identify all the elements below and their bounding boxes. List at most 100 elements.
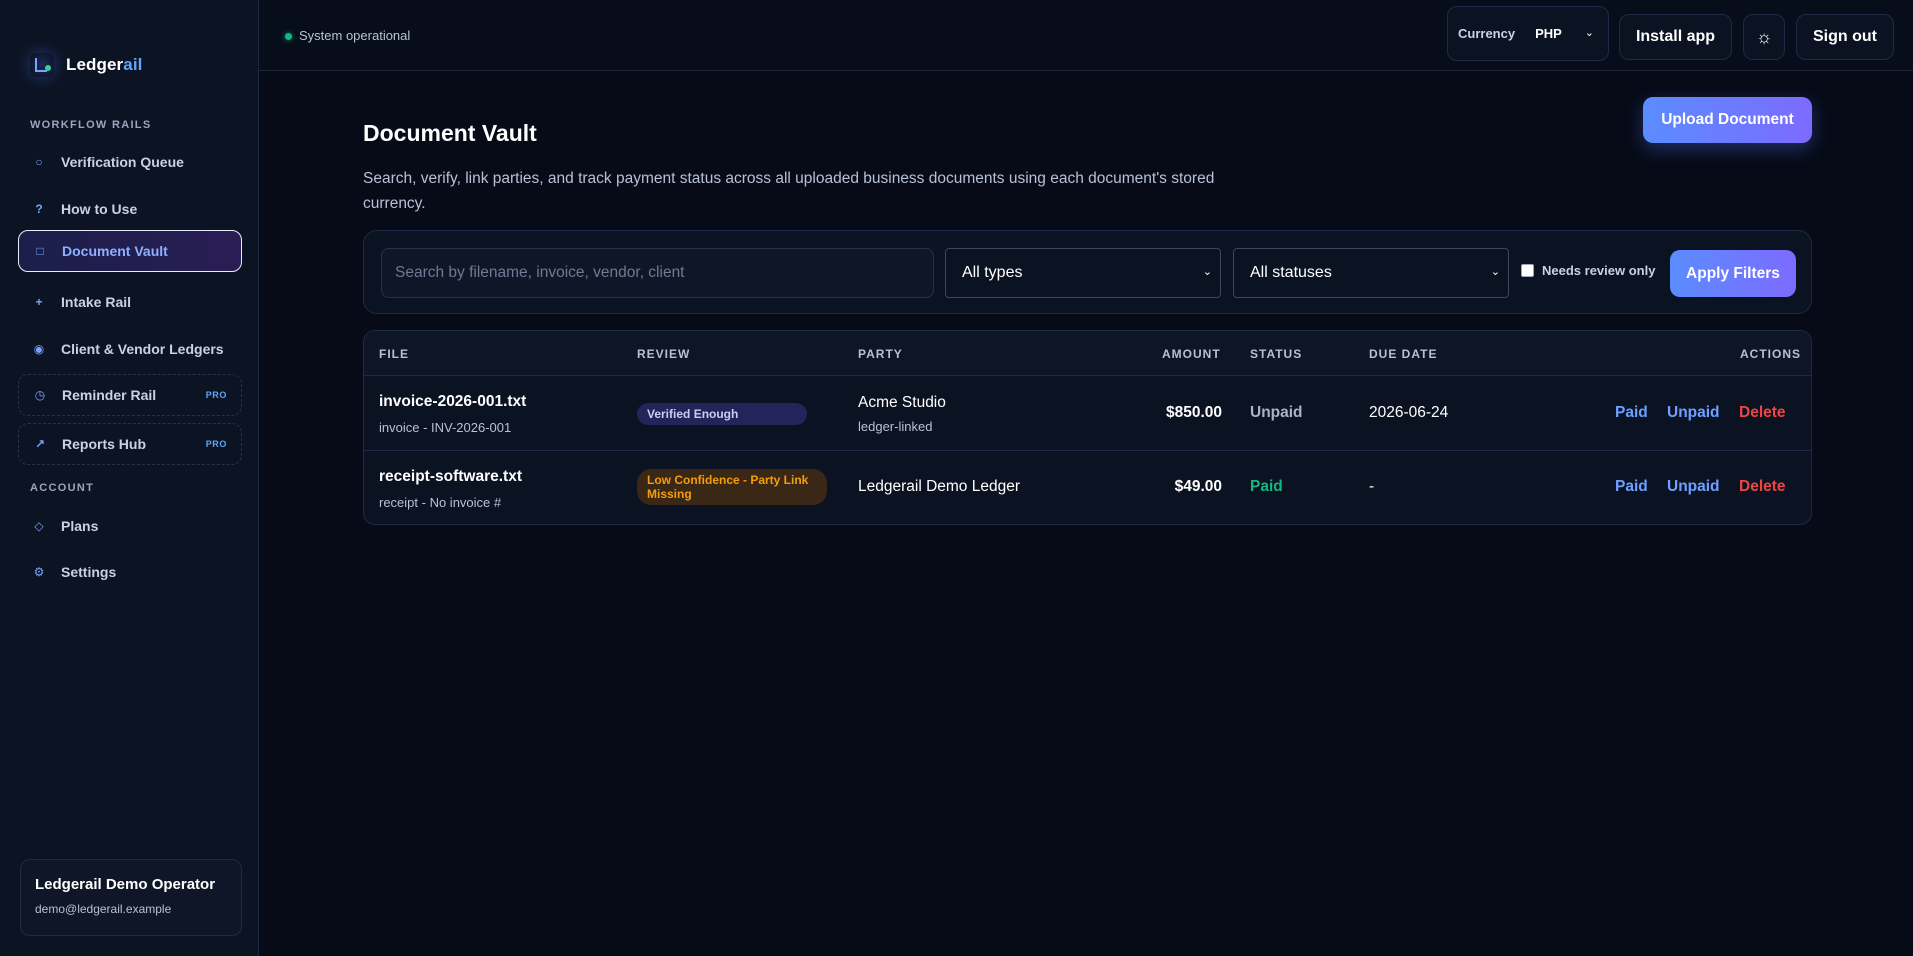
diamond-icon: ◇ <box>34 519 44 533</box>
needs-review-toggle[interactable]: Needs review only <box>1521 263 1655 278</box>
file-cell: invoice-2026-001.txt invoice - INV-2026-… <box>379 393 526 435</box>
status-dot-icon <box>285 33 292 40</box>
party-name: Ledgerail Demo Ledger <box>858 478 1020 495</box>
user-card[interactable]: Ledgerail Demo Operator demo@ledgerail.e… <box>20 859 242 936</box>
review-badge: Verified Enough <box>637 403 807 425</box>
system-status: System operational <box>299 28 411 43</box>
table-header: FILE REVIEW PARTY AMOUNT STATUS DUE DATE… <box>364 331 1811 376</box>
section-label-workflow: WORKFLOW RAILS <box>30 119 152 131</box>
party-cell: Ledgerail Demo Ledger <box>858 478 1020 496</box>
filter-panel: All types ⌄ All statuses ⌄ Needs review … <box>363 230 1812 314</box>
currency-label: Currency <box>1458 26 1516 41</box>
target-icon: ◉ <box>33 342 45 356</box>
file-cell: receipt-software.txt receipt - No invoic… <box>379 468 522 510</box>
party-meta: ledger-linked <box>858 419 933 434</box>
sidebar-item-settings[interactable]: ⚙ Settings <box>18 551 242 593</box>
sidebar-item-intake-rail[interactable]: + Intake Rail <box>18 281 242 323</box>
sidebar-item-label: Reminder Rail <box>62 387 157 403</box>
brand-name: Ledgerail <box>66 55 143 74</box>
sidebar-item-client-vendor-ledgers[interactable]: ◉ Client & Vendor Ledgers <box>18 328 242 370</box>
theme-toggle-button[interactable]: ☼ <box>1743 14 1785 60</box>
user-name: Ledgerail Demo Operator <box>35 876 216 893</box>
sidebar-item-how-to-use[interactable]: ? How to Use <box>18 188 242 230</box>
install-app-button[interactable]: Install app <box>1619 14 1732 60</box>
delete-button[interactable]: Delete <box>1739 404 1786 422</box>
file-name: receipt-software.txt <box>379 468 522 485</box>
table-row: receipt-software.txt receipt - No invoic… <box>364 450 1811 524</box>
page-title: Document Vault <box>363 120 537 146</box>
sidebar-item-document-vault[interactable]: □ Document Vault <box>18 230 242 272</box>
column-header-file: FILE <box>379 347 409 361</box>
needs-review-checkbox[interactable] <box>1521 264 1534 277</box>
column-header-review: REVIEW <box>637 347 691 361</box>
question-icon: ? <box>35 202 43 216</box>
sun-icon: ☼ <box>1755 26 1773 47</box>
chevron-down-icon: ⌄ <box>1490 266 1500 278</box>
currency-value: PHP <box>1535 26 1562 41</box>
status-badge: Unpaid <box>1250 404 1303 421</box>
table-row: invoice-2026-001.txt invoice - INV-2026-… <box>364 376 1811 450</box>
sidebar-item-label: Intake Rail <box>61 294 132 310</box>
status-badge: Paid <box>1250 478 1283 495</box>
status-filter-select[interactable]: All statuses ⌄ <box>1233 248 1509 298</box>
sidebar-item-label: Document Vault <box>62 243 168 259</box>
column-header-amount: AMOUNT <box>1162 347 1221 361</box>
sidebar-item-label: Reports Hub <box>62 436 146 452</box>
section-label-account: ACCOUNT <box>30 482 95 494</box>
top-bar: System operational Currency PHP ⌄ Instal… <box>259 0 1913 71</box>
mark-unpaid-button[interactable]: Unpaid <box>1667 404 1720 422</box>
arrow-up-right-icon: ↗ <box>34 437 46 451</box>
gear-icon: ⚙ <box>33 565 45 579</box>
apply-filters-button[interactable]: Apply Filters <box>1670 250 1796 297</box>
due-date: 2026-06-24 <box>1369 404 1449 421</box>
sidebar: Ledgerail WORKFLOW RAILS ○ Verification … <box>0 0 259 956</box>
chevron-down-icon: ⌄ <box>1202 266 1212 278</box>
sidebar-item-reminder-rail[interactable]: ◷ Reminder Rail PRO <box>18 374 242 416</box>
mark-paid-button[interactable]: Paid <box>1615 404 1648 422</box>
file-meta: receipt - No invoice # <box>379 495 502 510</box>
page-description: Search, verify, link parties, and track … <box>363 170 1215 212</box>
sidebar-item-label: Settings <box>61 564 117 580</box>
status-filter-value: All statuses <box>1250 264 1332 281</box>
due-date: - <box>1369 478 1375 495</box>
mark-paid-button[interactable]: Paid <box>1615 478 1648 496</box>
sidebar-item-label: Verification Queue <box>61 154 184 170</box>
needs-review-label: Needs review only <box>1542 263 1656 278</box>
brand[interactable]: Ledgerail <box>30 52 142 78</box>
type-filter-value: All types <box>962 264 1023 281</box>
delete-button[interactable]: Delete <box>1739 478 1786 496</box>
user-email: demo@ledgerail.example <box>35 902 172 916</box>
pro-badge: PRO <box>205 390 227 400</box>
mark-unpaid-button[interactable]: Unpaid <box>1667 478 1720 496</box>
ledgerail-logo-icon <box>30 53 54 77</box>
sidebar-item-verification-queue[interactable]: ○ Verification Queue <box>18 141 242 183</box>
review-badge: Low Confidence - Party Link Missing <box>637 469 827 505</box>
column-header-actions: ACTIONS <box>1740 347 1801 361</box>
file-meta: invoice - INV-2026-001 <box>379 420 512 435</box>
file-name: invoice-2026-001.txt <box>379 393 527 410</box>
pro-badge: PRO <box>205 439 227 449</box>
sidebar-item-plans[interactable]: ◇ Plans <box>18 505 242 547</box>
square-icon: □ <box>36 244 44 258</box>
clock-icon: ◷ <box>34 388 46 402</box>
sidebar-item-label: Plans <box>61 518 99 534</box>
chevron-down-icon: ⌄ <box>1584 27 1594 39</box>
sign-out-button[interactable]: Sign out <box>1796 14 1894 60</box>
sidebar-item-label: Client & Vendor Ledgers <box>61 341 224 357</box>
party-cell: Acme Studio ledger-linked <box>858 394 946 434</box>
search-input[interactable] <box>381 248 934 298</box>
column-header-status: STATUS <box>1250 347 1303 361</box>
currency-select[interactable]: Currency PHP ⌄ <box>1447 6 1609 61</box>
circle-icon: ○ <box>35 155 43 169</box>
upload-document-button[interactable]: Upload Document <box>1643 97 1812 143</box>
type-filter-select[interactable]: All types ⌄ <box>945 248 1221 298</box>
party-name: Acme Studio <box>858 394 946 411</box>
documents-table: FILE REVIEW PARTY AMOUNT STATUS DUE DATE… <box>363 330 1812 525</box>
plus-icon: + <box>35 295 43 309</box>
sidebar-item-reports-hub[interactable]: ↗ Reports Hub PRO <box>18 423 242 465</box>
column-header-party: PARTY <box>858 347 903 361</box>
column-header-due-date: DUE DATE <box>1369 347 1438 361</box>
amount: $850.00 <box>1165 404 1222 421</box>
sidebar-item-label: How to Use <box>61 201 138 217</box>
amount: $49.00 <box>1174 478 1222 495</box>
